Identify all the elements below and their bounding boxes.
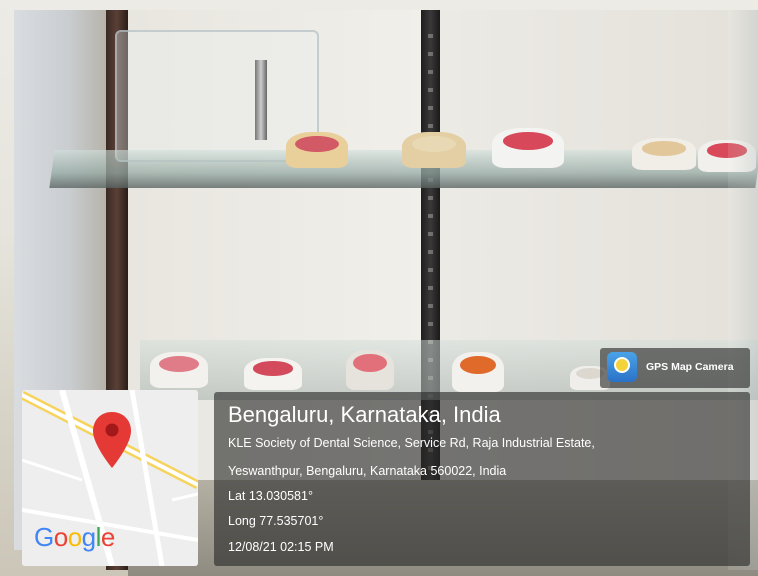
map-pin-icon	[93, 412, 131, 468]
longitude-text: Long 77.535701°	[228, 514, 324, 528]
gps-map-camera-icon	[607, 352, 637, 382]
dental-model	[244, 358, 302, 390]
dental-model	[150, 352, 208, 388]
location-title: Bengaluru, Karnataka, India	[228, 402, 501, 427]
dental-model	[632, 138, 696, 170]
dental-model	[346, 350, 394, 390]
latitude-text: Lat 13.030581°	[228, 489, 313, 503]
dental-model	[286, 132, 348, 168]
address-line-2: Yeswanthpur, Bengaluru, Karnataka 560022…	[228, 464, 507, 478]
dental-model	[492, 128, 564, 168]
address-line-1: KLE Society of Dental Science, Service R…	[228, 436, 595, 450]
timestamp-text: 12/08/21 02:15 PM	[228, 540, 334, 554]
articulator-rod	[255, 60, 267, 140]
google-logo: Google	[34, 522, 115, 552]
gps-badge-label: GPS Map Camera	[646, 361, 734, 373]
dental-model	[452, 352, 504, 392]
dental-model	[402, 132, 466, 168]
